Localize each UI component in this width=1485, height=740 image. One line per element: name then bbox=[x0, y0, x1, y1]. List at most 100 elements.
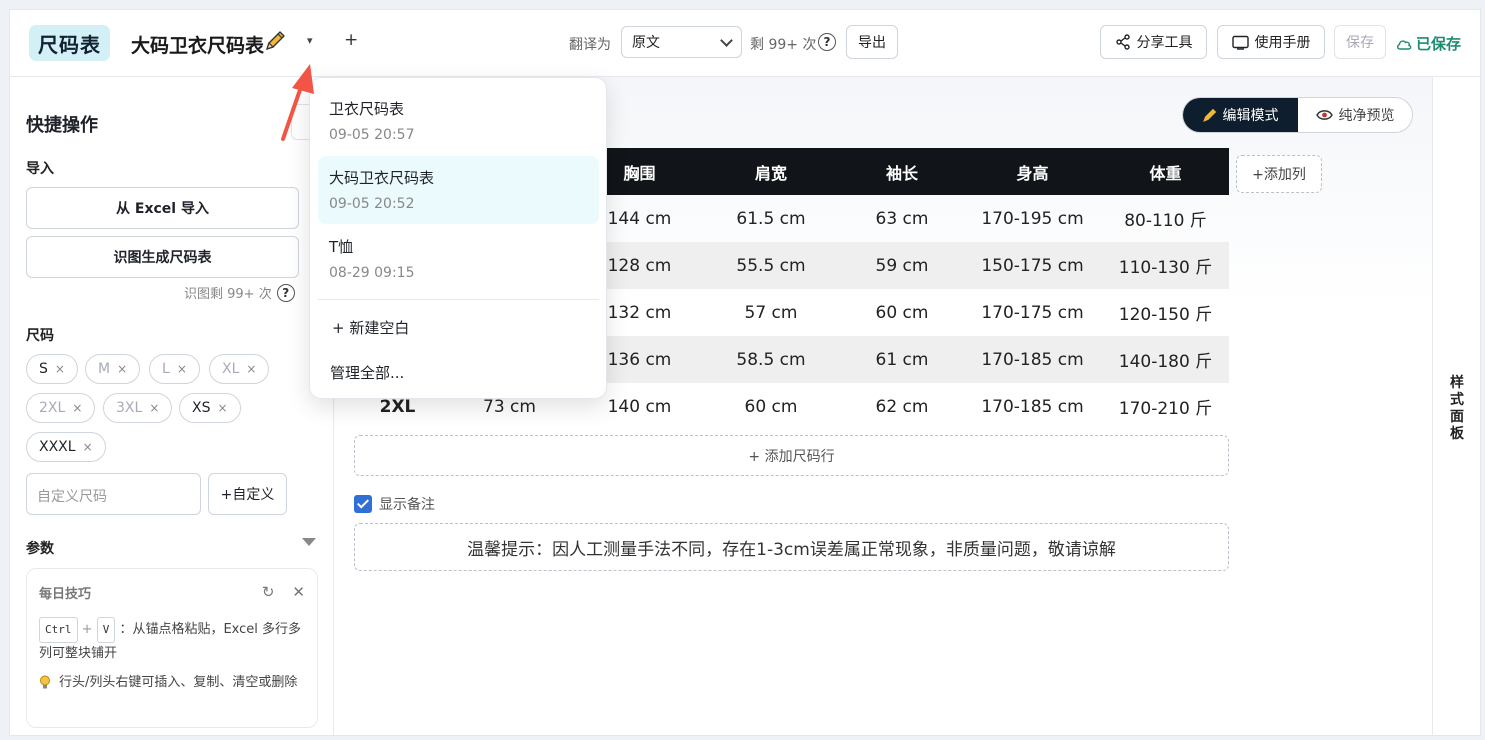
add-size-row-button[interactable]: + 添加尺码行 bbox=[354, 435, 1229, 476]
annotation-arrow-icon bbox=[281, 64, 314, 141]
ocr-generate-button[interactable]: 识图生成尺码表 bbox=[26, 236, 299, 278]
cloud-icon bbox=[1396, 39, 1412, 50]
table-cell[interactable]: 170-185 cm bbox=[963, 336, 1102, 383]
edit-title-pencil-icon[interactable] bbox=[263, 29, 287, 53]
table-cell[interactable]: 170-195 cm bbox=[963, 195, 1102, 242]
remove-size-icon[interactable]: × bbox=[149, 401, 159, 415]
table-cell[interactable]: 150-175 cm bbox=[963, 242, 1102, 289]
eye-icon bbox=[1315, 110, 1333, 120]
document-item[interactable]: 卫衣尺码表 09-05 20:57 bbox=[318, 87, 599, 155]
add-custom-size-button[interactable]: +自定义 bbox=[208, 473, 287, 515]
manage-all-documents-item[interactable]: 管理全部... bbox=[330, 362, 404, 383]
book-icon bbox=[1231, 35, 1249, 50]
size-chip-l[interactable]: L × bbox=[149, 354, 200, 384]
document-title[interactable]: 大码卫衣尺码表 bbox=[131, 31, 264, 58]
ocr-remaining: 识图剩 99+ 次 ? bbox=[184, 283, 295, 302]
tip-paste-text: ：从锚点格粘贴，Excel 多行多列可整块铺开 bbox=[39, 622, 302, 661]
remove-size-icon[interactable]: × bbox=[217, 401, 227, 415]
table-cell[interactable]: 110-130 斤 bbox=[1102, 242, 1229, 289]
column-header-shoulder[interactable]: 肩宽 bbox=[701, 148, 841, 195]
show-notes-toggle[interactable]: 显示备注 bbox=[354, 494, 435, 514]
add-column-button[interactable]: +添加列 bbox=[1236, 155, 1322, 193]
daily-tips-card: 每日技巧 ↻ ✕ Ctrl + V ：从锚点格粘贴，Excel 多行多列可整块铺… bbox=[26, 568, 318, 728]
tip-paste: Ctrl + V ：从锚点格粘贴，Excel 多行多列可整块铺开 bbox=[39, 617, 307, 665]
translate-label: 翻译为 bbox=[569, 37, 611, 53]
size-chip-2xl[interactable]: 2XL × bbox=[26, 393, 96, 423]
edit-mode-label: 编辑模式 bbox=[1222, 108, 1279, 124]
share-tool-button[interactable]: 分享工具 bbox=[1100, 25, 1207, 59]
table-cell[interactable]: 59 cm bbox=[841, 242, 963, 289]
column-header-height[interactable]: 身高 bbox=[963, 148, 1102, 195]
column-header-weight[interactable]: 体重 bbox=[1102, 148, 1229, 195]
size-chip-label: 2XL bbox=[39, 400, 66, 416]
remove-size-icon[interactable]: × bbox=[83, 440, 93, 454]
app-logo[interactable]: 尺码表 bbox=[29, 25, 110, 61]
table-cell[interactable]: 120-150 斤 bbox=[1102, 289, 1229, 336]
app-window: 尺码表 大码卫衣尺码表 ▾ + 翻译为 原文 剩 99+ 次 ? 导出 分享工具 bbox=[9, 9, 1481, 736]
kbd-v: V bbox=[96, 617, 116, 643]
size-chip-label: 3XL bbox=[116, 400, 143, 416]
kbd-ctrl: Ctrl bbox=[39, 617, 78, 643]
document-time: 09-05 20:57 bbox=[329, 127, 415, 143]
size-chip-3xl[interactable]: 3XL × bbox=[103, 393, 173, 423]
size-chip-xl[interactable]: XL × bbox=[209, 354, 270, 384]
size-chip-s[interactable]: S × bbox=[26, 354, 78, 384]
export-label: 导出 bbox=[858, 35, 886, 51]
size-chip-xs[interactable]: XS × bbox=[179, 393, 241, 423]
size-chip-m[interactable]: M × bbox=[85, 354, 141, 384]
table-cell[interactable]: 57 cm bbox=[701, 289, 841, 336]
table-cell[interactable]: 58.5 cm bbox=[701, 336, 841, 383]
table-cell[interactable]: 55.5 cm bbox=[701, 242, 841, 289]
table-cell[interactable]: 60 cm bbox=[841, 289, 963, 336]
table-cell[interactable]: 170-175 cm bbox=[963, 289, 1102, 336]
table-cell[interactable]: 140-180 斤 bbox=[1102, 336, 1229, 383]
edit-mode-tab[interactable]: 编辑模式 bbox=[1183, 98, 1298, 132]
remove-size-icon[interactable]: × bbox=[72, 401, 82, 415]
table-cell[interactable]: 61 cm bbox=[841, 336, 963, 383]
remove-size-icon[interactable]: × bbox=[117, 362, 127, 376]
chevron-down-icon bbox=[720, 33, 733, 47]
document-switcher-caret[interactable]: ▾ bbox=[307, 34, 313, 47]
table-cell[interactable]: 61.5 cm bbox=[701, 195, 841, 242]
translate-select[interactable]: 原文 bbox=[621, 26, 742, 58]
table-cell[interactable]: 80-110 斤 bbox=[1102, 195, 1229, 242]
remove-size-icon[interactable]: × bbox=[177, 362, 187, 376]
column-header-sleeve[interactable]: 袖长 bbox=[841, 148, 963, 195]
size-chip-label: XXXL bbox=[39, 439, 76, 455]
document-item-active[interactable]: 大码卫衣尺码表 09-05 20:52 bbox=[318, 156, 599, 224]
remove-size-icon[interactable]: × bbox=[246, 362, 256, 376]
table-cell[interactable]: 170-210 斤 bbox=[1102, 383, 1229, 430]
document-name: T恤 bbox=[329, 238, 354, 256]
table-cell[interactable]: 170-185 cm bbox=[963, 383, 1102, 430]
remove-size-icon[interactable]: × bbox=[55, 362, 65, 376]
table-cell[interactable]: 62 cm bbox=[841, 383, 963, 430]
table-cell[interactable]: 60 cm bbox=[701, 383, 841, 430]
save-button[interactable]: 保存 bbox=[1334, 25, 1386, 59]
params-toggle-caret-icon[interactable] bbox=[302, 538, 316, 546]
kbd-plus: + bbox=[81, 622, 93, 637]
share-icon bbox=[1115, 34, 1130, 50]
new-blank-document-item[interactable]: + 新建空白 bbox=[332, 317, 409, 338]
size-chip-xxxl[interactable]: XXXL × bbox=[26, 432, 106, 462]
new-document-button[interactable]: + bbox=[344, 30, 358, 50]
excel-import-button[interactable]: 从 Excel 导入 bbox=[26, 187, 299, 229]
preview-mode-tab[interactable]: 纯净预览 bbox=[1298, 98, 1412, 132]
notes-field[interactable]: 温馨提示：因人工测量手法不同，存在1-3cm误差属正常现象，非质量问题，敬请谅解 bbox=[354, 523, 1229, 571]
document-item[interactable]: T恤 08-29 09:15 bbox=[318, 225, 599, 293]
pencil-icon bbox=[1202, 108, 1216, 122]
size-chip-label: S bbox=[39, 361, 48, 377]
refresh-icon[interactable]: ↻ bbox=[262, 583, 275, 601]
custom-size-input[interactable]: 自定义尺码 bbox=[26, 473, 201, 515]
style-panel-toggle[interactable]: 样式面板 bbox=[1432, 77, 1480, 735]
save-label: 保存 bbox=[1346, 35, 1374, 51]
manual-label: 使用手册 bbox=[1254, 35, 1311, 51]
sidebar-title: 快捷操作 bbox=[26, 115, 98, 136]
table-cell[interactable]: 63 cm bbox=[841, 195, 963, 242]
show-notes-checkbox[interactable] bbox=[354, 495, 372, 513]
export-button[interactable]: 导出 bbox=[846, 25, 898, 59]
help-icon[interactable]: ? bbox=[276, 283, 295, 302]
mode-switch[interactable]: 编辑模式 纯净预览 bbox=[1182, 97, 1413, 133]
help-icon[interactable]: ? bbox=[818, 33, 836, 51]
close-icon[interactable]: ✕ bbox=[292, 583, 305, 601]
user-manual-button[interactable]: 使用手册 bbox=[1217, 25, 1325, 59]
